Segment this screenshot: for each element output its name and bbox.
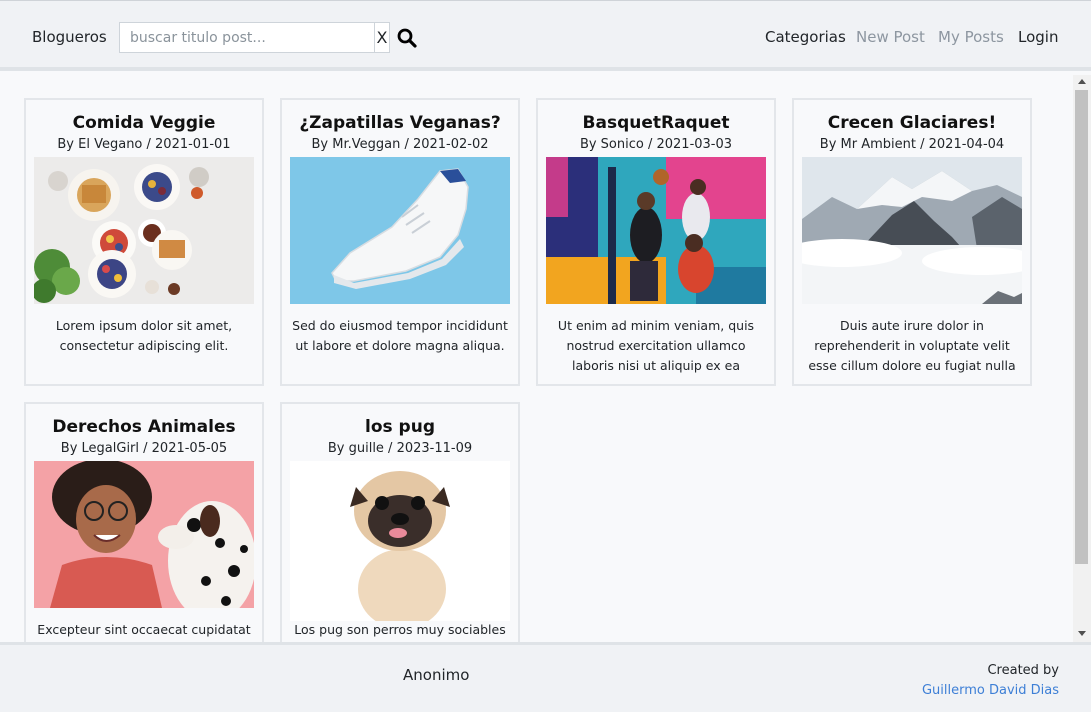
- post-title[interactable]: ¿Zapatillas Veganas?: [282, 112, 518, 134]
- post-meta: By LegalGirl / 2021-05-05: [60, 441, 228, 456]
- post-excerpt: Los pug son perros muy sociables y: [294, 622, 506, 637]
- vertical-scrollbar[interactable]: [1073, 75, 1091, 642]
- footer-author-link[interactable]: Guillermo David Dias: [922, 683, 1059, 698]
- snowy-mountains-photo: [802, 157, 1022, 304]
- post-meta: By Mr Ambient / 2021-04-04: [819, 137, 1005, 152]
- woman-with-dalmatian-photo: [34, 461, 254, 608]
- post-meta: By El Vegano / 2021-01-01: [57, 137, 231, 152]
- post-title[interactable]: Derechos Animales: [26, 416, 262, 438]
- post-card[interactable]: Derechos Animales By LegalGirl / 2021-05…: [24, 402, 264, 642]
- post-excerpt: Lorem ipsum dolor sit amet, consectetur …: [55, 318, 233, 353]
- post-excerpt: Ut enim ad minim veniam, quis nostrud ex…: [557, 318, 755, 373]
- basketball-players-photo: [546, 157, 766, 304]
- scroll-down-arrow-icon[interactable]: [1078, 631, 1086, 636]
- clear-search-button[interactable]: X: [374, 22, 390, 53]
- post-card[interactable]: ¿Zapatillas Veganas? By Mr.Veggan / 2021…: [280, 98, 520, 386]
- post-meta: By guille / 2023-11-09: [327, 441, 473, 456]
- post-excerpt: Duis aute irure dolor in reprehenderit i…: [808, 318, 1016, 373]
- pug-photo: [290, 461, 510, 621]
- post-title[interactable]: los pug: [282, 416, 518, 438]
- post-excerpt: Excepteur sint occaecat cupidatat: [37, 622, 251, 637]
- post-title[interactable]: Comida Veggie: [26, 112, 262, 134]
- post-title[interactable]: Crecen Glaciares!: [794, 112, 1030, 134]
- post-meta: By Mr.Veggan / 2021-02-02: [311, 137, 489, 152]
- footer: Anonimo Created by Guillermo David Dias: [0, 642, 1091, 712]
- post-meta: By Sonico / 2021-03-03: [579, 137, 733, 152]
- footer-created-by: Created by: [987, 663, 1059, 678]
- post-title[interactable]: BasquetRaquet: [538, 112, 774, 134]
- nav-new-post[interactable]: New Post: [856, 28, 925, 46]
- food-spread-photo: [34, 157, 254, 304]
- posts-grid: Comida Veggie By El Vegano / 2021-01-01 …: [0, 75, 1073, 642]
- scroll-up-arrow-icon[interactable]: [1078, 79, 1086, 84]
- post-card[interactable]: los pug By guille / 2023-11-09 Los pug s…: [280, 402, 520, 642]
- search-input[interactable]: [119, 22, 375, 53]
- post-card[interactable]: BasquetRaquet By Sonico / 2021-03-03 Ut …: [536, 98, 776, 386]
- search-icon[interactable]: [396, 27, 418, 49]
- post-card[interactable]: Comida Veggie By El Vegano / 2021-01-01 …: [24, 98, 264, 386]
- post-card[interactable]: Crecen Glaciares! By Mr Ambient / 2021-0…: [792, 98, 1032, 386]
- post-excerpt: Sed do eiusmod tempor incididunt ut labo…: [292, 318, 508, 353]
- navbar: Blogueros X Categorias New Post My Posts…: [0, 1, 1091, 71]
- scroll-thumb[interactable]: [1075, 90, 1088, 564]
- white-sneaker-photo: [290, 157, 510, 304]
- footer-anonimo: Anonimo: [403, 666, 470, 684]
- nav-my-posts[interactable]: My Posts: [938, 28, 1004, 46]
- brand-link[interactable]: Blogueros: [32, 28, 107, 46]
- nav-login[interactable]: Login: [1018, 28, 1058, 46]
- nav-categorias[interactable]: Categorias: [765, 28, 846, 46]
